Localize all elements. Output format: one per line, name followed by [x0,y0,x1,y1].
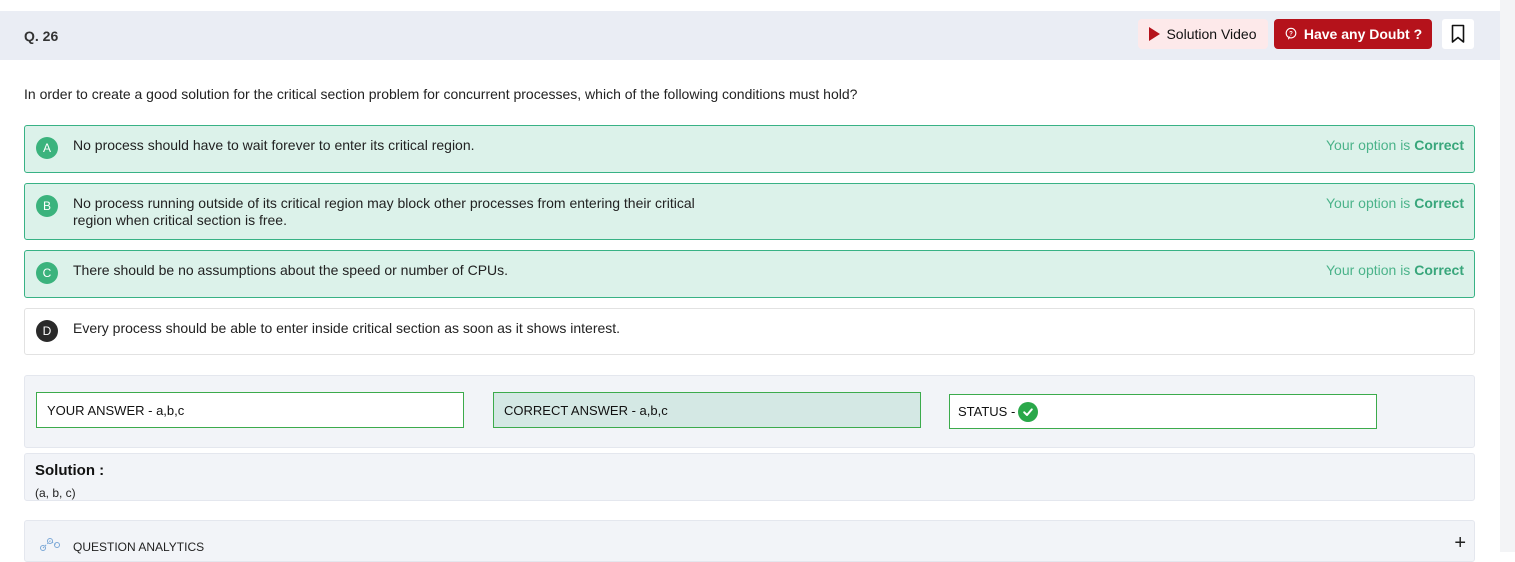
option-text-line: No process running outside of its critic… [73,195,695,211]
option-letter-badge: D [36,320,58,342]
option-status: Your option is Correct [1326,137,1464,153]
top-strip [0,0,1500,11]
option-text-line: There should be no assumptions about the… [73,262,509,278]
play-icon [1149,27,1161,41]
question-number: Q. 26 [24,28,59,44]
correct-answer-text: CORRECT ANSWER - a,b,c [504,402,668,418]
option-d[interactable]: D Every process should be able to enter … [24,308,1475,355]
bookmark-icon [1451,24,1465,43]
option-a[interactable]: A No process should have to wait forever… [24,125,1475,173]
question-header: Q. 26 Solution Video ? Have any Doubt ? [0,11,1500,60]
have-doubt-label: Have any Doubt ? [1303,26,1423,42]
status-box: STATUS - [949,394,1377,429]
scrollbar-track[interactable] [1500,0,1515,552]
answer-panel: YOUR ANSWER - a,b,c CORRECT ANSWER - a,b… [24,375,1475,448]
option-text: Every process should be able to enter in… [73,320,973,337]
option-status: Your option is Correct [1326,262,1464,278]
analytics-icon [40,538,60,551]
solution-title: Solution : [35,462,105,479]
option-letter-badge: A [36,137,58,159]
question-text: In order to create a good solution for t… [24,86,858,102]
solution-video-button[interactable]: Solution Video [1138,19,1268,49]
option-text-line: Every process should be able to enter in… [73,320,621,336]
your-answer-box: YOUR ANSWER - a,b,c [36,392,464,428]
option-text: No process running outside of its critic… [73,195,713,229]
bookmark-button[interactable] [1442,19,1474,49]
your-answer-text: YOUR ANSWER - a,b,c [47,402,185,418]
option-text: There should be no assumptions about the… [73,262,713,279]
option-status: Your option is Correct [1326,195,1464,211]
option-status-value: Correct [1414,195,1464,211]
have-doubt-button[interactable]: ? Have any Doubt ? [1274,19,1432,49]
question-analytics-toggle[interactable]: QUESTION ANALYTICS + [24,520,1475,562]
solution-video-label: Solution Video [1166,26,1257,42]
option-text-line: region when critical section is free. [73,212,287,228]
option-status-prefix: Your option is [1325,137,1415,153]
svg-text:?: ? [1289,30,1293,37]
check-icon [1018,401,1039,422]
option-text-line: No process should have to wait forever t… [73,137,475,153]
solution-body: (a, b, c) [35,486,76,500]
option-status-value: Correct [1414,262,1464,278]
plus-icon[interactable]: + [1454,533,1466,553]
option-status-prefix: Your option is [1325,262,1415,278]
option-c[interactable]: C There should be no assumptions about t… [24,250,1475,298]
option-letter-badge: B [36,195,58,217]
doubt-icon: ? [1285,27,1297,40]
option-status-prefix: Your option is [1325,195,1415,211]
correct-answer-box: CORRECT ANSWER - a,b,c [493,392,921,428]
option-letter-badge: C [36,262,58,284]
option-b[interactable]: B No process running outside of its crit… [24,183,1475,240]
option-status-value: Correct [1414,137,1464,153]
option-text: No process should have to wait forever t… [73,137,713,154]
solution-panel: Solution : (a, b, c) [24,453,1475,501]
status-label: STATUS - [958,404,1016,419]
